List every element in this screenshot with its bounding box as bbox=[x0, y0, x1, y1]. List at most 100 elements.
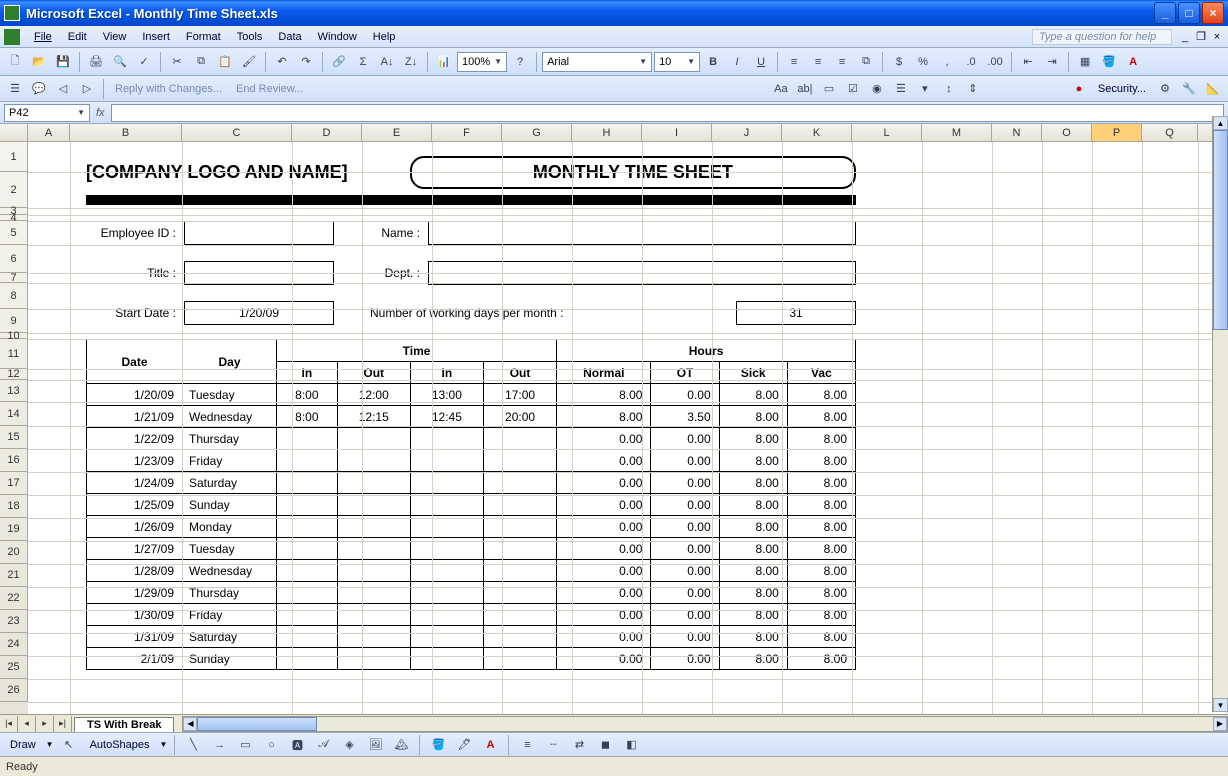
column-header-M[interactable]: M bbox=[922, 124, 992, 141]
row-header-16[interactable]: 16 bbox=[0, 449, 28, 472]
row-header-7[interactable]: 7 bbox=[0, 273, 28, 283]
cell-ot[interactable]: 0.00 bbox=[651, 428, 719, 450]
tab-prev-button[interactable]: ◂ bbox=[18, 716, 36, 732]
cell-vac[interactable]: 8.00 bbox=[787, 582, 855, 604]
reply-changes-button[interactable]: Reply with Changes... bbox=[109, 81, 228, 97]
column-header-I[interactable]: I bbox=[642, 124, 712, 141]
line-color-button[interactable]: 🖊 bbox=[453, 734, 475, 756]
row-header-8[interactable]: 8 bbox=[0, 283, 28, 309]
table-row[interactable]: 1/30/09Friday0.000.008.008.00 bbox=[87, 604, 856, 626]
cell-sick[interactable]: 8.00 bbox=[719, 582, 787, 604]
hscroll-thumb[interactable] bbox=[197, 717, 317, 731]
tab-next-button[interactable]: ▸ bbox=[36, 716, 54, 732]
cell-time-out-2[interactable] bbox=[483, 582, 556, 604]
cell-sick[interactable]: 8.00 bbox=[719, 626, 787, 648]
font-color-draw-button[interactable]: A bbox=[479, 734, 501, 756]
cell-day[interactable]: Saturday bbox=[183, 472, 277, 494]
row-header-23[interactable]: 23 bbox=[0, 610, 28, 633]
forms-textbox-button[interactable]: ab| bbox=[794, 78, 816, 100]
cell-time-out-1[interactable] bbox=[337, 472, 410, 494]
design-mode-button[interactable]: 📐 bbox=[1202, 78, 1224, 100]
increase-decimal-button[interactable]: .0 bbox=[960, 51, 982, 73]
cell-sick[interactable]: 8.00 bbox=[719, 406, 787, 428]
align-center-button[interactable]: ≡ bbox=[807, 51, 829, 73]
forms-scrollbar-button[interactable]: ⇕ bbox=[962, 78, 984, 100]
percent-button[interactable]: % bbox=[912, 51, 934, 73]
wordart-button[interactable]: 𝒜 bbox=[312, 734, 334, 756]
cell-vac[interactable]: 8.00 bbox=[787, 494, 855, 516]
new-button[interactable]: 🗋 bbox=[4, 51, 26, 73]
cell-normal[interactable]: 0.00 bbox=[557, 560, 651, 582]
column-header-F[interactable]: F bbox=[432, 124, 502, 141]
cell-time-out-2[interactable]: 20:00 bbox=[483, 406, 556, 428]
timesheet-table[interactable]: Date Day Time Hours In Out In Out Normal… bbox=[86, 339, 856, 670]
horizontal-scrollbar[interactable]: ◀ ▶ bbox=[182, 716, 1228, 732]
menu-tools[interactable]: Tools bbox=[229, 29, 271, 45]
paste-button[interactable]: 📋 bbox=[214, 51, 236, 73]
forms-option-button[interactable]: ◉ bbox=[866, 78, 888, 100]
table-row[interactable]: 2/1/09Sunday0.000.008.008.00 bbox=[87, 648, 856, 670]
cell-time-in-1[interactable] bbox=[277, 560, 338, 582]
cell-normal[interactable]: 0.00 bbox=[557, 494, 651, 516]
cell-time-in-2[interactable] bbox=[410, 450, 483, 472]
next-comment-button[interactable]: ▷ bbox=[76, 78, 98, 100]
row-header-21[interactable]: 21 bbox=[0, 564, 28, 587]
sort-desc-button[interactable]: Z↓ bbox=[400, 51, 422, 73]
oval-button[interactable]: ○ bbox=[260, 734, 282, 756]
font-size-combo[interactable]: 10▼ bbox=[654, 52, 700, 72]
table-row[interactable]: 1/31/09Saturday0.000.008.008.00 bbox=[87, 626, 856, 648]
cell-day[interactable]: Saturday bbox=[183, 626, 277, 648]
table-row[interactable]: 1/21/09Wednesday8:0012:1512:4520:008.003… bbox=[87, 406, 856, 428]
undo-button[interactable]: ↶ bbox=[271, 51, 293, 73]
cell-day[interactable]: Wednesday bbox=[183, 406, 277, 428]
row-header-14[interactable]: 14 bbox=[0, 402, 28, 426]
fill-color-draw-button[interactable]: 🪣 bbox=[427, 734, 449, 756]
cell-vac[interactable]: 8.00 bbox=[787, 604, 855, 626]
cell-vac[interactable]: 8.00 bbox=[787, 472, 855, 494]
cell-sick[interactable]: 8.00 bbox=[719, 450, 787, 472]
cell-day[interactable]: Wednesday bbox=[183, 560, 277, 582]
picture-button[interactable]: 🏔 bbox=[390, 734, 412, 756]
cell-vac[interactable]: 8.00 bbox=[787, 406, 855, 428]
cell-normal[interactable]: 0.00 bbox=[557, 472, 651, 494]
cell-time-in-1[interactable] bbox=[277, 626, 338, 648]
cell-time-in-2[interactable] bbox=[410, 428, 483, 450]
arrow-button[interactable]: → bbox=[208, 734, 230, 756]
cell-normal[interactable]: 0.00 bbox=[557, 428, 651, 450]
cell-date[interactable]: 1/25/09 bbox=[87, 494, 183, 516]
cell-time-in-2[interactable] bbox=[410, 626, 483, 648]
bold-button[interactable]: B bbox=[702, 51, 724, 73]
cell-date[interactable]: 1/23/09 bbox=[87, 450, 183, 472]
cell-time-out-1[interactable]: 12:15 bbox=[337, 406, 410, 428]
table-row[interactable]: 1/23/09Friday0.000.008.008.00 bbox=[87, 450, 856, 472]
redo-button[interactable]: ↷ bbox=[295, 51, 317, 73]
row-header-2[interactable]: 2 bbox=[0, 172, 28, 208]
doc-minimize-button[interactable]: _ bbox=[1178, 30, 1192, 44]
underline-button[interactable]: U bbox=[750, 51, 772, 73]
cell-sick[interactable]: 8.00 bbox=[719, 472, 787, 494]
sort-asc-button[interactable]: A↓ bbox=[376, 51, 398, 73]
cell-vac[interactable]: 8.00 bbox=[787, 648, 855, 670]
table-row[interactable]: 1/29/09Thursday0.000.008.008.00 bbox=[87, 582, 856, 604]
macro-security-icon[interactable]: ● bbox=[1068, 78, 1090, 100]
table-row[interactable]: 1/24/09Saturday0.000.008.008.00 bbox=[87, 472, 856, 494]
field-employee-id[interactable] bbox=[184, 221, 334, 245]
row-header-6[interactable]: 6 bbox=[0, 245, 28, 273]
align-left-button[interactable]: ≡ bbox=[783, 51, 805, 73]
menu-format[interactable]: Format bbox=[178, 29, 229, 45]
cell-ot[interactable]: 0.00 bbox=[651, 560, 719, 582]
cell-normal[interactable]: 0.00 bbox=[557, 626, 651, 648]
tab-last-button[interactable]: ▸| bbox=[54, 716, 72, 732]
cell-time-in-2[interactable] bbox=[410, 472, 483, 494]
cell-ot[interactable]: 3.50 bbox=[651, 406, 719, 428]
row-header-11[interactable]: 11 bbox=[0, 339, 28, 369]
cell-date[interactable]: 1/28/09 bbox=[87, 560, 183, 582]
column-header-N[interactable]: N bbox=[992, 124, 1042, 141]
spelling-button[interactable]: ✓ bbox=[133, 51, 155, 73]
forms-group-button[interactable]: ▭ bbox=[818, 78, 840, 100]
cell-day[interactable]: Sunday bbox=[183, 648, 277, 670]
save-button[interactable]: 💾 bbox=[52, 51, 74, 73]
cell-time-in-1[interactable] bbox=[277, 604, 338, 626]
help-search-box[interactable]: Type a question for help bbox=[1032, 29, 1172, 45]
cell-ot[interactable]: 0.00 bbox=[651, 494, 719, 516]
